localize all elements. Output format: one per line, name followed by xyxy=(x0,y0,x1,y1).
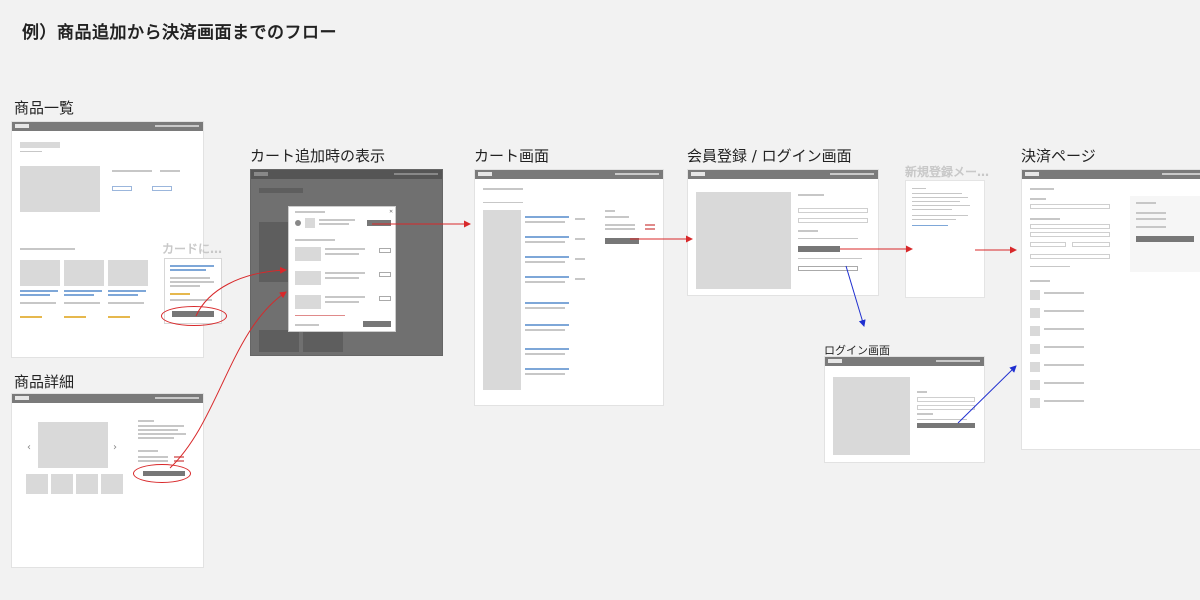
flow-arrows xyxy=(169,220,1017,469)
arrow-list-to-cart-add xyxy=(195,266,287,317)
arrow-member-to-login xyxy=(845,265,866,327)
arrow-detail-to-cart-add xyxy=(169,291,287,469)
arrow-login-to-checkout xyxy=(957,365,1017,424)
